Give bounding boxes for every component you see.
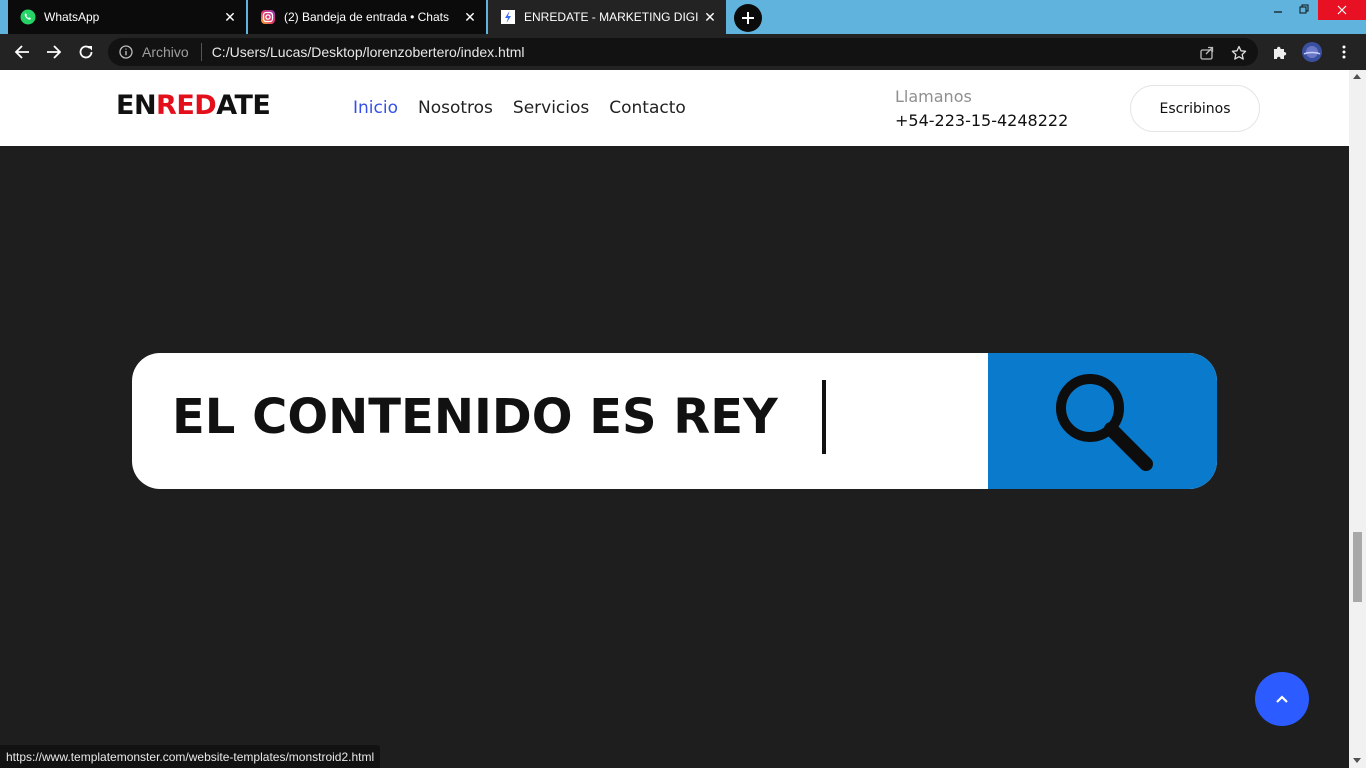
instagram-icon [260, 9, 276, 25]
close-icon[interactable]: ✕ [698, 5, 722, 29]
nav-item-contacto[interactable]: Contacto [609, 98, 686, 118]
plus-icon [742, 12, 754, 24]
window-close-button[interactable] [1318, 0, 1366, 20]
tab-title: ENREDATE - MARKETING DIGITAL [524, 10, 698, 24]
info-icon[interactable] [118, 44, 134, 60]
site-logo[interactable]: ENREDATE [116, 90, 271, 121]
tab-title: WhatsApp [44, 10, 100, 24]
forward-button[interactable] [42, 40, 66, 64]
minimize-button[interactable] [1268, 0, 1288, 18]
tab-enredate[interactable]: ENREDATE - MARKETING DIGITAL ✕ [488, 0, 726, 34]
close-icon[interactable]: ✕ [458, 5, 482, 29]
chevron-up-icon [1276, 695, 1288, 703]
logo-part-red: RED [156, 90, 217, 121]
profile-avatar[interactable] [1300, 40, 1324, 64]
main-nav: Inicio Nosotros Servicios Contacto [353, 98, 706, 118]
text-caret [822, 380, 826, 454]
phone-number[interactable]: +54-223-15-4248222 [895, 111, 1068, 130]
scroll-down-arrow-icon[interactable] [1353, 758, 1361, 763]
arrow-right-icon [47, 45, 62, 59]
url-text[interactable]: C:/Users/Lucas/Desktop/lorenzobertero/in… [212, 44, 525, 60]
hero-text: EL CONTENIDO ES REY [172, 389, 778, 445]
scrollbar-thumb[interactable] [1353, 532, 1362, 602]
page-favicon-icon [500, 9, 516, 25]
search-icon [1055, 374, 1153, 471]
reload-button[interactable] [74, 40, 98, 64]
logo-part: ATE [216, 90, 271, 121]
scroll-up-arrow-icon[interactable] [1353, 74, 1361, 79]
site-header: ENREDATE Inicio Nosotros Servicios Conta… [0, 70, 1349, 146]
restore-icon [1299, 4, 1309, 14]
tab-whatsapp[interactable]: WhatsApp ✕ [8, 0, 246, 34]
new-tab-button[interactable] [734, 4, 762, 32]
nav-item-nosotros[interactable]: Nosotros [418, 98, 493, 118]
menu-button[interactable] [1332, 40, 1356, 64]
scheme-label: Archivo [142, 44, 189, 60]
minimize-icon [1274, 11, 1282, 13]
tab-title: (2) Bandeja de entrada • Chats [284, 10, 449, 24]
back-button[interactable] [10, 40, 34, 64]
search-button-graphic [988, 353, 1217, 489]
close-icon[interactable]: ✕ [218, 5, 242, 29]
scroll-to-top-button[interactable] [1255, 672, 1309, 726]
puzzle-icon [1274, 46, 1287, 59]
arrow-left-icon [14, 45, 29, 59]
scrollbar[interactable] [1349, 70, 1366, 768]
more-vert-icon [1342, 45, 1346, 59]
restore-button[interactable] [1294, 0, 1314, 18]
status-bar: https://www.templatemonster.com/website-… [0, 745, 381, 768]
address-bar[interactable]: Archivo C:/Users/Lucas/Desktop/lorenzobe… [108, 38, 1258, 66]
logo-part: EN [116, 90, 157, 121]
divider [200, 43, 202, 61]
tab-instagram[interactable]: (2) Bandeja de entrada • Chats ✕ [248, 0, 486, 34]
nav-item-inicio[interactable]: Inicio [353, 98, 398, 118]
tab-strip: WhatsApp ✕ (2) Bandeja de entrada • Chat… [0, 0, 1366, 34]
nav-item-servicios[interactable]: Servicios [513, 98, 589, 118]
write-button[interactable]: Escribinos [1130, 85, 1260, 132]
whatsapp-icon [20, 9, 36, 25]
extensions-button[interactable] [1268, 40, 1292, 64]
reload-icon [79, 45, 93, 59]
star-icon[interactable] [1230, 44, 1248, 62]
call-label: Llamanos [895, 87, 972, 106]
hero-search-banner: EL CONTENIDO ES REY [132, 353, 1217, 489]
page-viewport: ENREDATE Inicio Nosotros Servicios Conta… [0, 70, 1349, 768]
share-icon[interactable] [1198, 44, 1216, 62]
close-icon [1337, 5, 1347, 15]
avatar-icon [1302, 42, 1322, 62]
browser-toolbar: Archivo C:/Users/Lucas/Desktop/lorenzobe… [0, 34, 1366, 70]
